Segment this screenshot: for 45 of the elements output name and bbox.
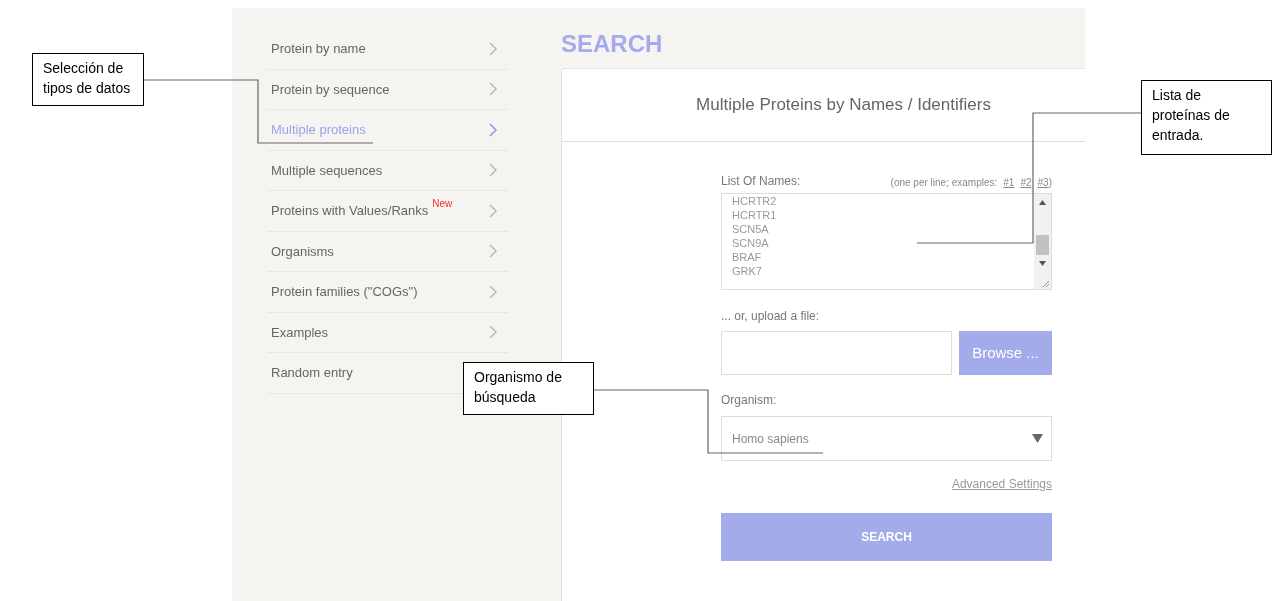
callout-box: Selección de tipos de datos [32,53,144,106]
example-link[interactable]: #2 [1020,175,1032,190]
file-input-field[interactable] [721,331,952,375]
hint-text: (one per line; examples: [890,176,998,190]
example-link[interactable]: #1 [1003,175,1015,190]
list-line: GRK7 [732,264,763,278]
list-line: HCRTR2 [732,194,778,208]
example-link[interactable]: #3 [1037,175,1049,190]
list-line: BRAF [732,250,763,264]
sidebar-item[interactable]: Multiple sequences [271,160,383,180]
page-heading: SEARCH [561,29,664,59]
chevron-right-icon [489,325,498,340]
chevron-right-icon [489,244,498,259]
chevron-right-icon [489,203,498,218]
chevron-right-icon [489,82,498,97]
sidebar-item[interactable]: Organisms [271,241,334,261]
search-button[interactable]: SEARCH [721,513,1052,561]
chevron-right-icon [489,41,498,56]
sidebar-item[interactable]: Protein families ("COGs") [271,282,418,302]
names-textarea[interactable]: HCRTR2 HCRTR1 SCN5A SCN9A BRAF GRK7 [721,193,1052,290]
dropdown-arrow-icon [1032,434,1043,443]
hint-text: ) [1048,176,1052,190]
advanced-settings-link[interactable]: Advanced Settings [951,475,1052,493]
callout-box: Organismo de búsqueda [463,362,594,415]
sidebar-item[interactable]: Random entry [271,363,353,383]
organism-value: Homo sapiens [732,430,809,448]
sidebar-item[interactable]: Proteins with Values/Ranks [271,201,429,221]
chevron-right-icon [489,163,498,178]
list-line: SCN5A [732,222,770,236]
new-label: New [432,197,453,211]
sidebar-item[interactable]: Examples [271,322,329,342]
callout-box: Lista de proteínas de entrada. [1141,80,1272,155]
organism-dropdown[interactable]: Homo sapiens [721,416,1052,461]
browse-button[interactable]: Browse ... [959,331,1052,375]
panel-title: Multiple Proteins by Names / Identifiers [695,94,991,117]
sidebar-item[interactable]: Multiple proteins [271,120,366,140]
list-line: SCN9A [732,236,770,250]
chevron-right-icon [489,284,498,299]
sidebar-item[interactable]: Protein by sequence [271,79,390,99]
field-label: List Of Names: [721,173,801,190]
sidebar-item[interactable]: Protein by name [271,39,366,59]
field-label: Organism: [721,392,778,409]
chevron-right-icon [489,122,498,137]
field-label: ... or, upload a file: [721,308,821,325]
list-line: HCRTR1 [732,208,778,222]
